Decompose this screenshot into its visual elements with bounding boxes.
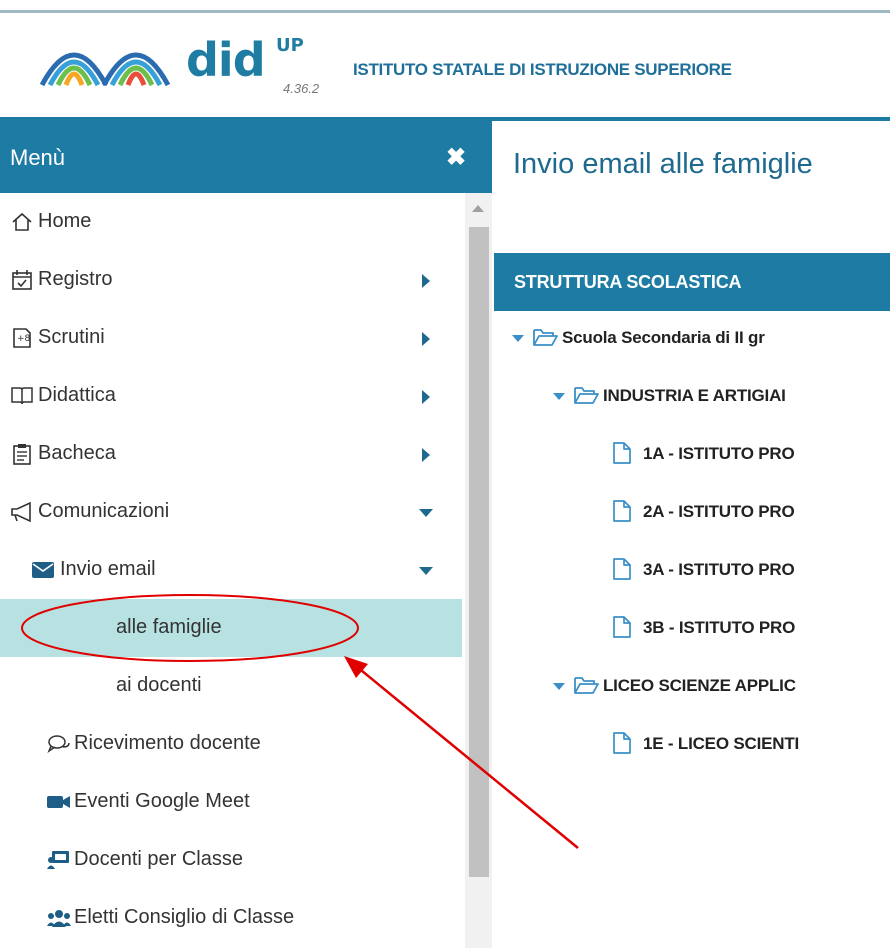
tree-node-label: LICEO SCIENZE APPLIC xyxy=(603,676,796,695)
tree-expand-icon[interactable] xyxy=(553,393,565,400)
users-icon xyxy=(47,906,71,930)
tree-node-label: 3B - ISTITUTO PRO xyxy=(643,618,796,637)
tree-node-label: 3A - ISTITUTO PRO xyxy=(643,560,795,579)
sidebar-item-label: Ricevimento docente xyxy=(74,732,261,754)
scroll-up-arrow-icon[interactable] xyxy=(472,205,484,212)
menu-title: Menù xyxy=(10,145,66,170)
sidebar-item-alle-famiglie[interactable]: alle famiglie xyxy=(0,599,462,657)
chevron-down-icon xyxy=(419,509,433,517)
menu-header: Menù ✖ xyxy=(0,121,492,193)
structure-title: STRUTTURA SCOLASTICA xyxy=(514,272,742,292)
home-icon xyxy=(10,210,34,234)
sidebar-item-label: Eletti Consiglio di Classe xyxy=(74,906,295,928)
sidebar-item-label: Bacheca xyxy=(38,442,116,464)
tree-expand-icon[interactable] xyxy=(512,335,524,342)
book-icon xyxy=(10,384,34,408)
chevron-right-icon xyxy=(422,448,430,462)
megaphone-icon xyxy=(10,500,34,524)
brand-name: did xyxy=(186,33,266,87)
calendar-icon xyxy=(10,268,34,292)
sidebar-menu: Menù ✖ Home Registro +8 Scrutini Didatti… xyxy=(0,121,492,948)
brand-superscript: UP xyxy=(276,35,304,56)
sidebar-item-label: ai docenti xyxy=(116,674,202,696)
folder-open-icon xyxy=(533,329,558,346)
sidebar-item-label: Docenti per Classe xyxy=(74,848,243,870)
sidebar-item-registro[interactable]: Registro xyxy=(0,251,462,309)
chevron-right-icon xyxy=(422,274,430,288)
chevron-down-icon xyxy=(419,567,433,575)
structure-header: STRUTTURA SCOLASTICA xyxy=(494,253,890,311)
presentation-icon xyxy=(47,848,71,872)
sidebar-item-label: alle famiglie xyxy=(116,616,222,638)
sidebar-item-eletti-consiglio[interactable]: Eletti Consiglio di Classe xyxy=(0,889,462,947)
institute-name: ISTITUTO STATALE DI ISTRUZIONE SUPERIORE xyxy=(353,60,732,79)
tree-expand-icon[interactable] xyxy=(553,683,565,690)
sidebar-item-label: Home xyxy=(38,210,92,232)
sidebar-item-label: Comunicazioni xyxy=(38,500,170,522)
chevron-right-icon xyxy=(422,332,430,346)
rainbow-logo-icon xyxy=(39,52,171,87)
sidebar-item-invio-email[interactable]: Invio email xyxy=(0,541,462,599)
sidebar-item-docenti-per-classe[interactable]: Docenti per Classe xyxy=(0,831,462,889)
folder-open-icon xyxy=(574,387,599,404)
tree-node-label: INDUSTRIA E ARTIGIAI xyxy=(603,386,786,405)
clipboard-icon xyxy=(10,442,34,466)
file-icon xyxy=(613,616,631,638)
sidebar-item-label: Didattica xyxy=(38,384,116,406)
svg-text:+8: +8 xyxy=(17,334,31,344)
app-header: did UP 4.36.2 ISTITUTO STATALE DI ISTRUZ… xyxy=(0,13,890,117)
sidebar-item-scrutini[interactable]: +8 Scrutini xyxy=(0,309,462,367)
sidebar-item-ricevimento-docente[interactable]: Ricevimento docente xyxy=(0,715,462,773)
tree-node-label: 2A - ISTITUTO PRO xyxy=(643,502,795,521)
envelope-icon xyxy=(31,558,55,582)
sidebar-item-label: Registro xyxy=(38,268,113,290)
app-version: 4.36.2 xyxy=(283,81,320,96)
scrutini-icon: +8 xyxy=(10,326,34,350)
file-icon xyxy=(613,442,631,464)
page-title: Invio email alle famiglie xyxy=(513,148,813,180)
close-menu-icon[interactable]: ✖ xyxy=(446,143,466,172)
chat-icon xyxy=(47,732,71,756)
sidebar-item-home[interactable]: Home xyxy=(0,193,462,251)
sidebar-item-comunicazioni[interactable]: Comunicazioni xyxy=(0,483,462,541)
file-icon xyxy=(613,558,631,580)
sidebar-item-ai-docenti[interactable]: ai docenti xyxy=(0,657,462,715)
tree-node-label: 1A - ISTITUTO PRO xyxy=(643,444,795,463)
chevron-right-icon xyxy=(422,390,430,404)
sidebar-item-didattica[interactable]: Didattica xyxy=(0,367,462,425)
sidebar-item-eventi-google-meet[interactable]: Eventi Google Meet xyxy=(0,773,462,831)
file-icon xyxy=(613,500,631,522)
sidebar-item-label: Scrutini xyxy=(38,326,105,348)
sidebar-item-label: Eventi Google Meet xyxy=(74,790,250,812)
tree-node-label: Scuola Secondaria di II gr xyxy=(562,328,765,347)
tree-node-label: 1E - LICEO SCIENTI xyxy=(643,734,800,753)
folder-open-icon xyxy=(574,677,599,694)
sidebar-item-label: Invio email xyxy=(60,558,156,580)
video-camera-icon xyxy=(47,790,71,814)
file-icon xyxy=(613,732,631,754)
scrollbar-thumb[interactable] xyxy=(469,227,489,877)
sidebar-item-bacheca[interactable]: Bacheca xyxy=(0,425,462,483)
